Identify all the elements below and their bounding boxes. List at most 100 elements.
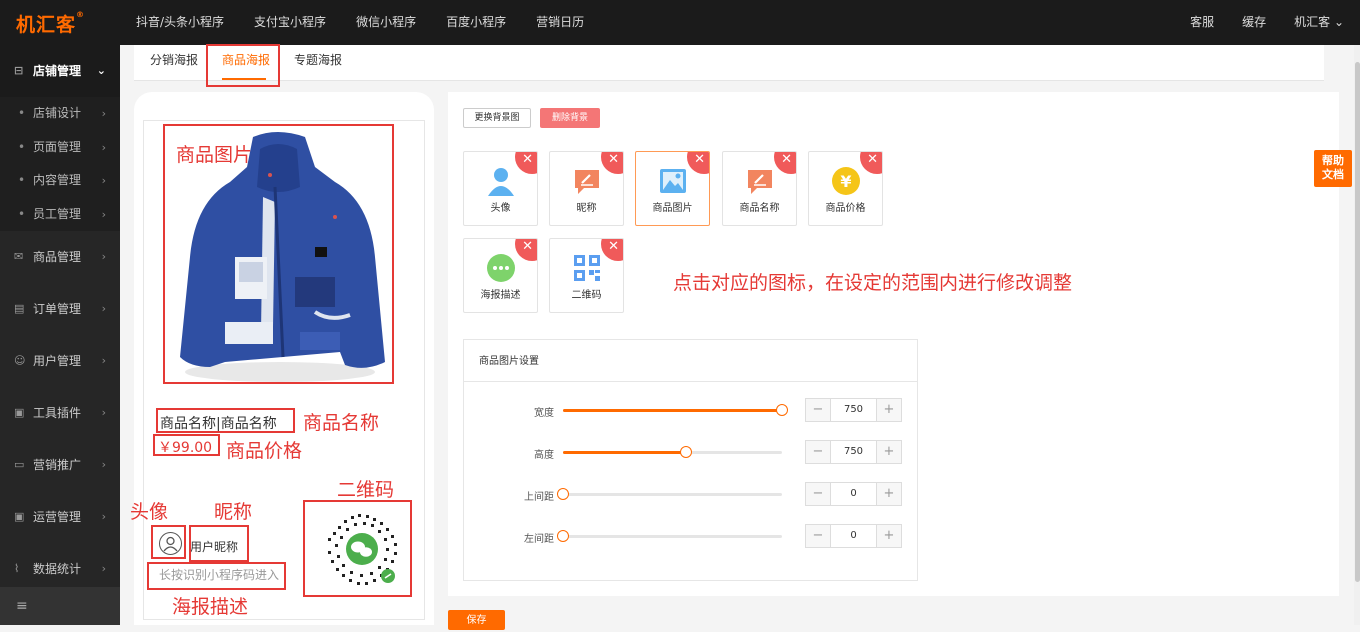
chevron-right-icon: › xyxy=(101,250,106,263)
scrollbar-thumb[interactable] xyxy=(1355,62,1360,582)
topnav-douyin[interactable]: 抖音/头条小程序 xyxy=(136,0,224,45)
topnav-alipay[interactable]: 支付宝小程序 xyxy=(254,0,326,45)
yen-icon: ¥ xyxy=(831,167,860,195)
sidebar-item-orders[interactable]: ▤ 订单管理 › xyxy=(0,283,120,335)
close-icon[interactable]: ✕ xyxy=(781,152,792,167)
annotation-avatar: 头像 xyxy=(130,501,169,523)
plus-icon[interactable]: + xyxy=(877,525,901,547)
orders-icon: ▤ xyxy=(14,302,25,315)
annotation-qr: 二维码 xyxy=(337,479,395,501)
minus-icon[interactable]: − xyxy=(806,399,830,421)
height-slider[interactable] xyxy=(563,446,782,458)
top-bar: 机汇客® 抖音/头条小程序 支付宝小程序 微信小程序 百度小程序 营销日历 客服… xyxy=(0,0,1360,45)
sidebar-item-shop[interactable]: ⊟ 店铺管理 ⌄ xyxy=(0,45,120,97)
highlight-box-price xyxy=(153,434,220,456)
collapse-menu-icon[interactable]: ≡ xyxy=(0,587,120,625)
element-card-product-image[interactable]: ✕ 商品图片 xyxy=(635,151,710,226)
chevron-right-icon: › xyxy=(101,302,106,315)
annotation-name: 商品名称 xyxy=(303,412,380,434)
top-margin-stepper[interactable]: −0 + xyxy=(805,482,902,506)
sidebar-item-label: 店铺管理 xyxy=(33,64,82,78)
left-margin-stepper[interactable]: −0 + xyxy=(805,524,902,548)
plus-icon[interactable]: + xyxy=(877,441,901,463)
element-card-nickname[interactable]: ✕ 昵称 xyxy=(549,151,624,226)
annotation-hint: 点击对应的图标，在设定的范围内进行修改调整 xyxy=(673,272,1073,294)
goods-icon: ✉ xyxy=(14,250,24,263)
help-docs-button[interactable]: 帮助 文档 xyxy=(1314,150,1352,187)
width-label: 宽度 xyxy=(534,408,554,419)
sidebar-item-operations[interactable]: ▣ 运营管理 › xyxy=(0,491,120,543)
height-stepper[interactable]: −750 + xyxy=(805,440,902,464)
sidebar: ⊟ 店铺管理 ⌄ 店铺设计› 页面管理› 内容管理› 员工管理› ✉商品管理› … xyxy=(0,45,120,625)
minus-icon[interactable]: − xyxy=(806,525,830,547)
tab-topic-poster[interactable]: 专题海报 xyxy=(294,45,342,75)
close-icon[interactable]: ✕ xyxy=(608,239,619,254)
delete-background-button[interactable]: 删除背景 xyxy=(540,108,600,128)
shop-icon: ⊟ xyxy=(14,64,24,77)
cache-link[interactable]: 缓存 xyxy=(1242,0,1266,45)
chevron-right-icon: › xyxy=(101,354,106,367)
annotation-image: 商品图片 xyxy=(176,144,253,166)
plus-icon[interactable]: + xyxy=(877,483,901,505)
poster-tabs: 分销海报 商品海报 专题海报 xyxy=(134,45,1324,81)
annotation-nick: 昵称 xyxy=(214,501,253,523)
highlight-box-name xyxy=(156,408,295,433)
brand-logo[interactable]: 机汇客® xyxy=(16,10,85,37)
highlight-box-avatar xyxy=(151,525,186,559)
left-margin-label: 左间距 xyxy=(524,534,554,545)
chevron-right-icon: › xyxy=(101,510,106,523)
operations-icon: ▣ xyxy=(14,510,25,523)
chevron-right-icon: › xyxy=(101,174,106,187)
sidebar-sub-shop-design[interactable]: 店铺设计› xyxy=(0,97,120,131)
minus-icon[interactable]: − xyxy=(806,483,830,505)
element-card-qrcode[interactable]: ✕ 二维码 xyxy=(549,238,624,313)
close-icon[interactable]: ✕ xyxy=(522,239,533,254)
close-icon[interactable]: ✕ xyxy=(522,152,533,167)
slider-handle[interactable] xyxy=(557,488,569,500)
sidebar-item-goods[interactable]: ✉ 商品管理 › xyxy=(0,231,120,283)
slider-handle[interactable] xyxy=(679,446,692,458)
tools-icon: ▣ xyxy=(14,406,25,419)
user-icon: ☺ xyxy=(14,354,26,367)
tab-distribution-poster[interactable]: 分销海报 xyxy=(150,45,198,75)
element-card-poster-desc[interactable]: ✕ 海报描述 xyxy=(463,238,538,313)
sidebar-sub-page-manage[interactable]: 页面管理› xyxy=(0,130,120,164)
top-margin-slider[interactable] xyxy=(557,488,782,500)
width-stepper[interactable]: −750 + xyxy=(805,398,902,422)
edit-icon xyxy=(574,170,599,194)
sidebar-sub-content-manage[interactable]: 内容管理› xyxy=(0,164,120,198)
chevron-down-icon: ⌄ xyxy=(96,64,106,77)
top-right-links: 客服 缓存 机汇客 ⌄ xyxy=(1162,0,1344,45)
topnav-baidu[interactable]: 百度小程序 xyxy=(446,0,506,45)
element-card-product-name[interactable]: ✕ 商品名称 xyxy=(722,151,797,226)
element-card-product-price[interactable]: ✕ ¥ 商品价格 xyxy=(808,151,883,226)
topnav-calendar[interactable]: 营销日历 xyxy=(536,0,584,45)
save-button[interactable]: 保存 xyxy=(448,610,505,630)
close-icon[interactable]: ✕ xyxy=(608,152,619,167)
slider-handle[interactable] xyxy=(557,530,569,542)
minus-icon[interactable]: − xyxy=(806,441,830,463)
sidebar-sub-staff-manage[interactable]: 员工管理› xyxy=(0,197,120,231)
slider-handle[interactable] xyxy=(776,404,788,416)
sidebar-item-users[interactable]: ☺ 用户管理 › xyxy=(0,335,120,387)
top-margin-label: 上间距 xyxy=(524,492,554,503)
plus-icon[interactable]: + xyxy=(877,399,901,421)
element-card-avatar[interactable]: ✕ 头像 xyxy=(463,151,538,226)
width-slider[interactable] xyxy=(563,404,788,416)
topnav-wechat[interactable]: 微信小程序 xyxy=(356,0,416,45)
account-menu[interactable]: 机汇客 ⌄ xyxy=(1294,0,1344,45)
customer-service-link[interactable]: 客服 xyxy=(1190,0,1214,45)
close-icon[interactable]: ✕ xyxy=(867,152,878,167)
chevron-right-icon: › xyxy=(101,458,106,471)
chevron-right-icon: › xyxy=(101,207,106,221)
svg-text:¥: ¥ xyxy=(840,172,851,191)
height-label: 高度 xyxy=(534,450,554,461)
sidebar-item-marketing[interactable]: ▭ 营销推广 › xyxy=(0,439,120,491)
close-icon[interactable]: ✕ xyxy=(694,152,705,167)
sidebar-item-tools[interactable]: ▣ 工具插件 › xyxy=(0,387,120,439)
left-margin-slider[interactable] xyxy=(557,530,782,542)
highlight-box-nick xyxy=(189,525,249,562)
replace-background-button[interactable]: 更换背景图 xyxy=(463,108,531,128)
divider xyxy=(464,381,917,382)
chevron-right-icon: › xyxy=(101,140,106,154)
